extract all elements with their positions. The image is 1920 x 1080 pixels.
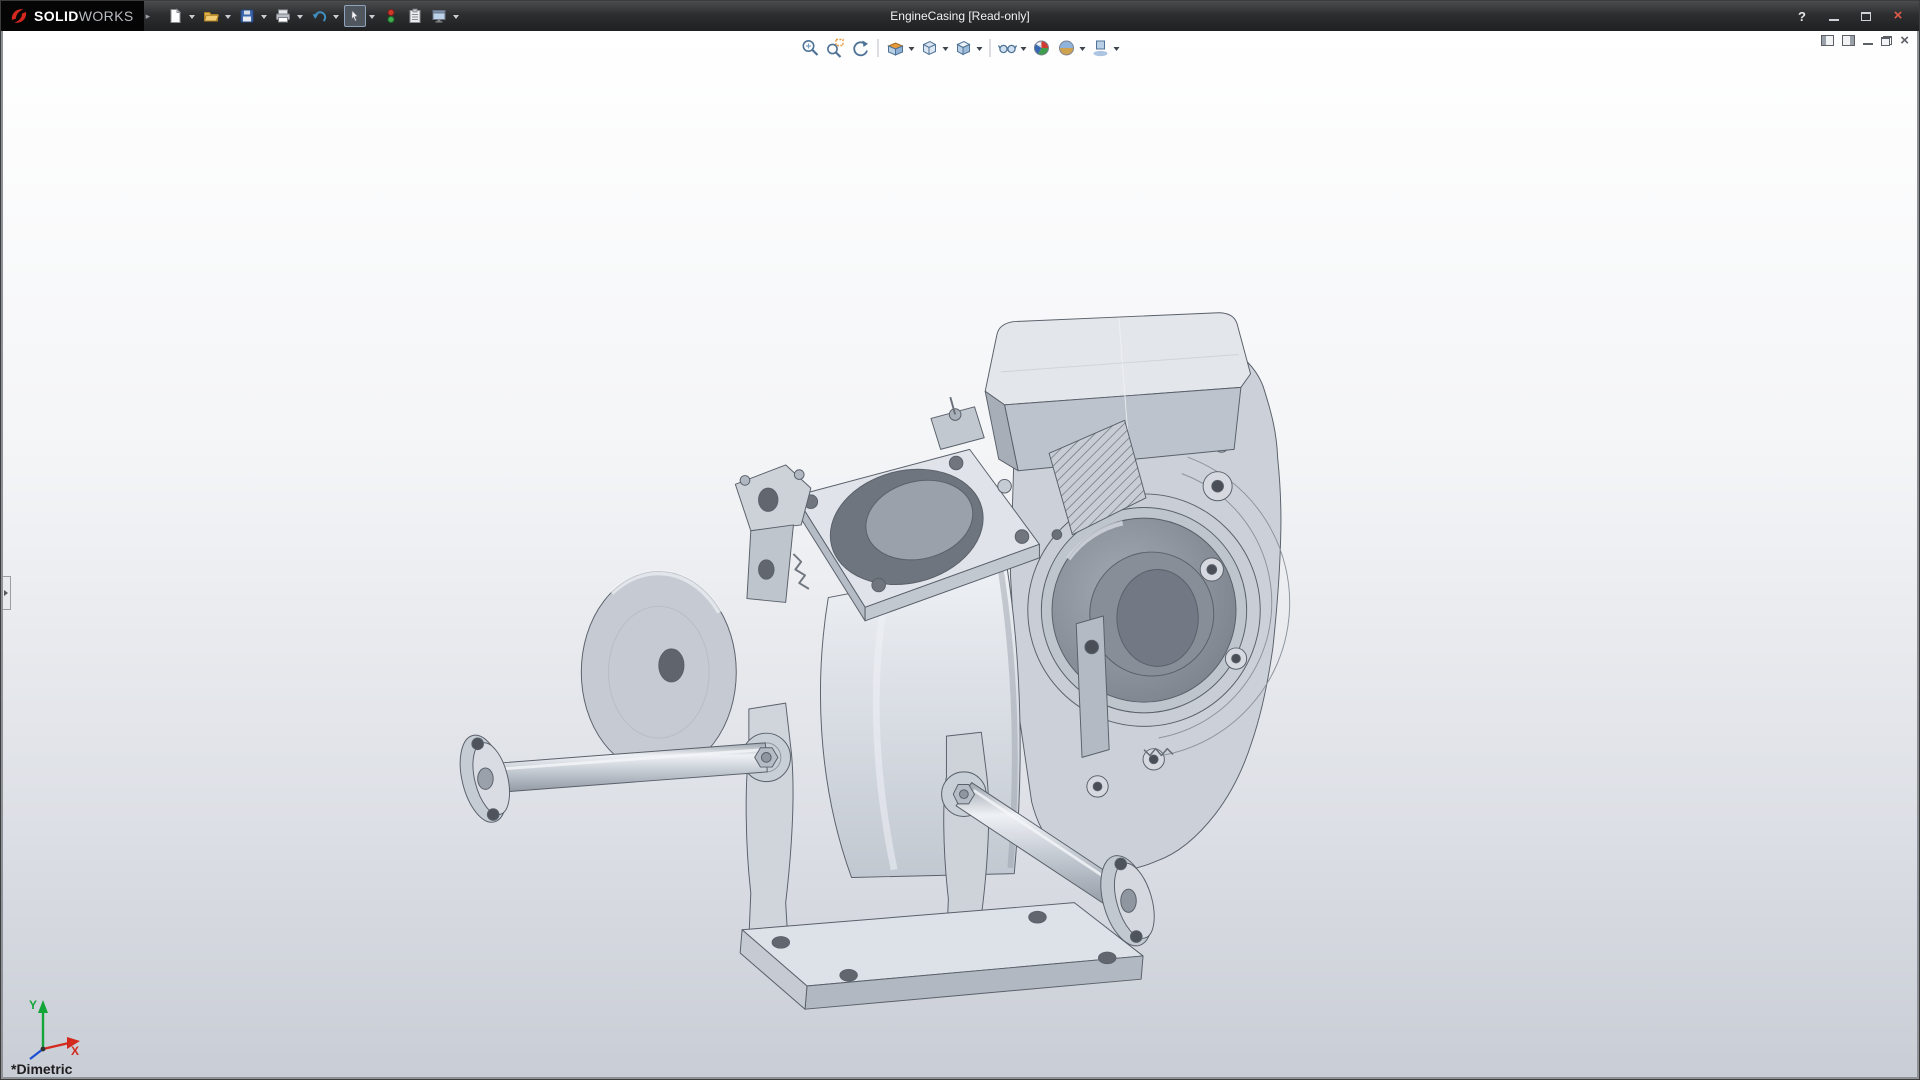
printer-icon <box>275 8 291 24</box>
print-button[interactable] <box>272 5 294 27</box>
graphics-area[interactable]: × <box>1 31 1919 1079</box>
undo-dropdown-caret[interactable] <box>333 15 339 22</box>
triad-y-label: Y <box>29 998 37 1012</box>
help-icon: ? <box>1798 9 1806 24</box>
save-dropdown-caret[interactable] <box>261 15 267 22</box>
brand-text: SOLIDWORKS <box>34 8 134 24</box>
logo-plate-notch-icon: ▸ <box>146 11 151 22</box>
model-geometry <box>452 313 1290 1009</box>
red-green-toggle-icon <box>383 8 399 24</box>
options-window-icon <box>431 8 447 24</box>
titlebar-window-controls: ? × <box>1791 5 1919 27</box>
new-document-button[interactable] <box>164 5 186 27</box>
print-dropdown-caret[interactable] <box>297 15 303 22</box>
save-button[interactable] <box>236 5 258 27</box>
titlebar-toolbar <box>164 5 462 27</box>
open-button[interactable] <box>200 5 222 27</box>
maximize-button[interactable] <box>1855 5 1877 27</box>
options-button[interactable] <box>428 5 450 27</box>
solidworks-logo: SOLIDWORKS <box>1 1 144 31</box>
help-button[interactable]: ? <box>1791 5 1813 27</box>
minimize-icon <box>1829 12 1839 21</box>
brand-works: WORKS <box>79 8 134 24</box>
save-disk-icon <box>239 8 255 24</box>
clipboard-icon <box>407 8 423 24</box>
undo-arrow-icon <box>311 8 327 24</box>
title-bar: SOLIDWORKS ▸ <box>1 1 1919 31</box>
options-dropdown-caret[interactable] <box>453 15 459 22</box>
select-cursor-icon <box>347 8 363 24</box>
maximize-icon <box>1861 12 1871 21</box>
undo-button[interactable] <box>308 5 330 27</box>
select-dropdown-caret[interactable] <box>369 15 375 22</box>
new-document-icon <box>167 8 183 24</box>
close-button[interactable]: × <box>1887 5 1909 27</box>
minimize-button[interactable] <box>1823 5 1845 27</box>
reference-triad: Y X <box>11 991 85 1063</box>
triad-x-label: X <box>71 1044 79 1058</box>
brand-solid: SOLID <box>34 8 79 24</box>
open-folder-icon <box>203 8 219 24</box>
close-icon: × <box>1894 11 1903 21</box>
new-dropdown-caret[interactable] <box>189 15 195 22</box>
open-dropdown-caret[interactable] <box>225 15 231 22</box>
select-tool-button[interactable] <box>344 5 366 27</box>
orientation-label: *Dimetric <box>11 1061 72 1077</box>
solidworks-window: SOLIDWORKS ▸ <box>0 0 1920 1080</box>
file-properties-button[interactable] <box>404 5 426 27</box>
dassault-3ds-swirl-icon <box>9 6 29 26</box>
engine-casing-model[interactable] <box>3 31 1917 1077</box>
selection-filter-toggle[interactable] <box>380 5 402 27</box>
